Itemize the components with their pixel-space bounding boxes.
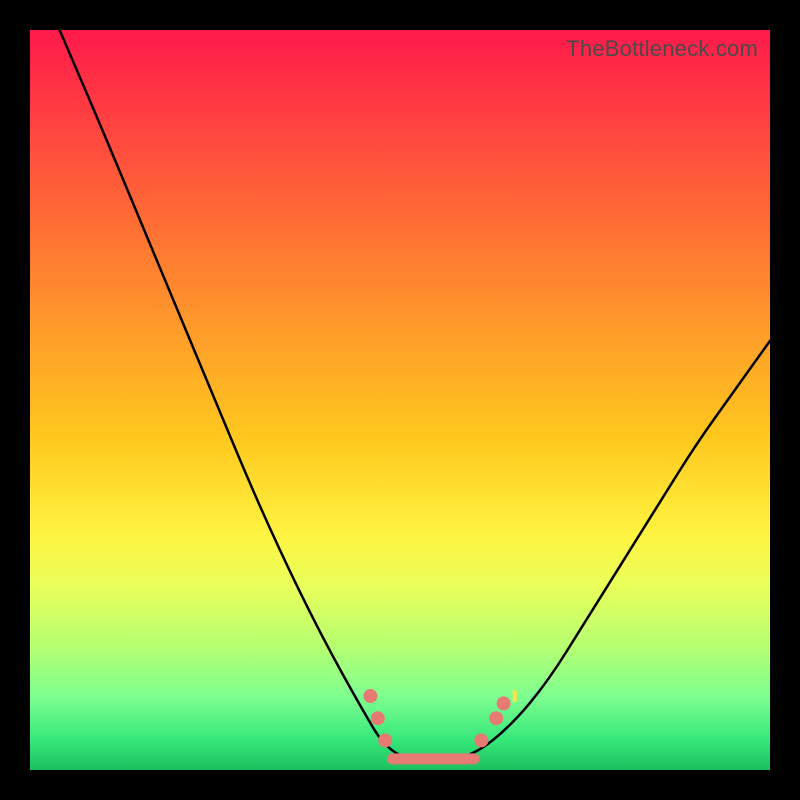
right-dot-2	[489, 711, 503, 725]
left-dot-1	[363, 689, 377, 703]
right-dot-3	[497, 696, 511, 710]
chart-frame: TheBottleneck.com	[0, 0, 800, 800]
bottleneck-curve	[60, 30, 770, 763]
left-dot-2	[371, 711, 385, 725]
annotations	[513, 690, 517, 702]
left-dot-3	[378, 733, 392, 747]
marker-dots	[363, 689, 510, 747]
curve-svg	[30, 30, 770, 770]
right-dot-1	[474, 733, 488, 747]
plot-area: TheBottleneck.com	[30, 30, 770, 770]
tiny-yellow-mark	[513, 690, 517, 702]
